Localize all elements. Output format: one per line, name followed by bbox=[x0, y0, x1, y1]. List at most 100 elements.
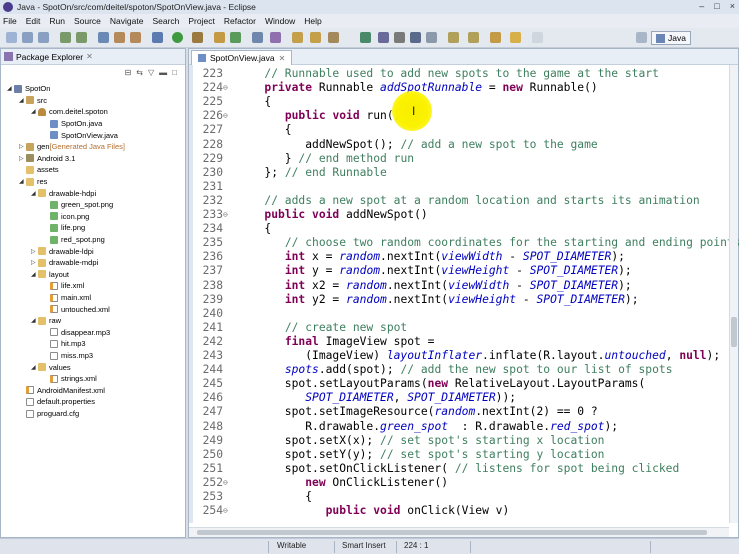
run-icon[interactable] bbox=[172, 32, 183, 43]
view-menu-icon[interactable]: ▽ bbox=[148, 68, 154, 77]
tree-item[interactable]: ◢ res bbox=[19, 176, 47, 188]
new-java-package-icon[interactable] bbox=[214, 32, 225, 43]
collapsed-arrow-icon[interactable]: ▷ bbox=[19, 155, 26, 162]
tree-item[interactable]: green_spot.png bbox=[43, 199, 113, 211]
code-line[interactable]: 249 spot.setX(x); // set spot's starting… bbox=[189, 434, 729, 448]
code-line[interactable]: 246 SPOT_DIAMETER, SPOT_DIAMETER)); bbox=[189, 391, 729, 405]
expanded-arrow-icon[interactable]: ◢ bbox=[7, 85, 14, 92]
code-line[interactable]: 248 R.drawable.green_spot : R.drawable.r… bbox=[189, 420, 729, 434]
code-line[interactable]: 237 int y = random.nextInt(viewHeight - … bbox=[189, 264, 729, 278]
code-line[interactable]: 238 int x2 = random.nextInt(viewWidth - … bbox=[189, 279, 729, 293]
new-java-class-icon[interactable] bbox=[230, 32, 241, 43]
open-type-icon[interactable] bbox=[252, 32, 263, 43]
code-line[interactable]: 236 int x = random.nextInt(viewWidth - S… bbox=[189, 250, 729, 264]
minimize-button[interactable]: – bbox=[699, 1, 704, 11]
tree-item[interactable]: ◢ SpotOn bbox=[7, 83, 50, 95]
code-line[interactable]: 240 bbox=[189, 307, 729, 321]
code-line[interactable]: 252 ⊖ new OnClickListener() bbox=[189, 476, 729, 490]
code-line[interactable]: 228 addNewSpot(); // add a new spot to t… bbox=[189, 138, 729, 152]
code-line[interactable]: 229 } // end method run bbox=[189, 152, 729, 166]
maximize-view-icon[interactable]: □ bbox=[172, 68, 177, 77]
next-annotation-icon[interactable] bbox=[448, 32, 459, 43]
block-selection-icon[interactable] bbox=[410, 32, 421, 43]
previous-annotation-icon[interactable] bbox=[468, 32, 479, 43]
code-line[interactable]: 254 ⊖ public void onClick(View v) bbox=[189, 504, 729, 518]
tree-item[interactable]: miss.mp3 bbox=[43, 350, 93, 362]
expanded-arrow-icon[interactable]: ◢ bbox=[31, 317, 38, 324]
menu-refactor[interactable]: Refactor bbox=[224, 16, 256, 26]
collapsed-arrow-icon[interactable]: ▷ bbox=[31, 259, 38, 266]
code-line[interactable]: 242 final ImageView spot = bbox=[189, 335, 729, 349]
tree-item[interactable]: main.xml bbox=[43, 292, 91, 304]
horizontal-scroll-thumb[interactable] bbox=[197, 530, 707, 535]
search-icon[interactable] bbox=[292, 32, 303, 43]
tree-item[interactable]: disappear.mp3 bbox=[43, 327, 110, 339]
tree-item[interactable]: AndroidManifest.xml bbox=[19, 385, 105, 397]
code-line[interactable]: 247 spot.setImageResource(random.nextInt… bbox=[189, 405, 729, 419]
tree-item[interactable]: ◢ com.deitel.spoton bbox=[31, 106, 108, 118]
vertical-scroll-thumb[interactable] bbox=[731, 317, 737, 347]
fold-toggle-icon[interactable]: ⊖ bbox=[223, 504, 228, 518]
new-test-project-icon[interactable] bbox=[114, 32, 125, 43]
minimize-view-icon[interactable]: ▬ bbox=[159, 68, 167, 77]
code-line[interactable]: 245 spot.setLayoutParams(new RelativeLay… bbox=[189, 377, 729, 391]
java-perspective-button[interactable]: Java bbox=[651, 31, 691, 45]
code-line[interactable]: 243 (ImageView) layoutInflater.inflate(R… bbox=[189, 349, 729, 363]
code-line[interactable]: 225 { bbox=[189, 95, 729, 109]
close-tab-icon[interactable]: ✕ bbox=[279, 54, 286, 63]
maximize-button[interactable]: □ bbox=[714, 1, 719, 11]
code-line[interactable]: 233 ⊖ public void addNewSpot() bbox=[189, 208, 729, 222]
fold-toggle-icon[interactable]: ⊖ bbox=[223, 208, 228, 222]
horizontal-scrollbar[interactable] bbox=[189, 527, 729, 537]
android-avd-icon[interactable] bbox=[76, 32, 87, 43]
code-line[interactable]: 230 }; // end Runnable bbox=[189, 166, 729, 180]
tree-item[interactable]: ▷ gen [Generated Java Files] bbox=[19, 141, 125, 153]
menu-source[interactable]: Source bbox=[74, 16, 101, 26]
expanded-arrow-icon[interactable]: ◢ bbox=[19, 97, 26, 104]
back-icon[interactable] bbox=[510, 32, 521, 43]
menu-help[interactable]: Help bbox=[304, 16, 321, 26]
expanded-arrow-icon[interactable]: ◢ bbox=[31, 271, 38, 278]
close-button[interactable]: × bbox=[730, 1, 735, 11]
save-all-icon[interactable] bbox=[38, 32, 49, 43]
menu-window[interactable]: Window bbox=[265, 16, 295, 26]
menu-run[interactable]: Run bbox=[49, 16, 65, 26]
external-tools-icon[interactable] bbox=[192, 32, 203, 43]
link-with-editor-icon[interactable]: ⇆ bbox=[136, 68, 143, 77]
new-icon[interactable] bbox=[6, 32, 17, 43]
code-line[interactable]: 251 spot.setOnClickListener( // listens … bbox=[189, 462, 729, 476]
expanded-arrow-icon[interactable]: ◢ bbox=[31, 364, 38, 371]
open-perspective-icon[interactable] bbox=[636, 32, 647, 43]
show-whitespace-icon[interactable] bbox=[394, 32, 405, 43]
code-line[interactable]: 235 // choose two random coordinates for… bbox=[189, 236, 739, 250]
fold-toggle-icon[interactable]: ⊖ bbox=[223, 109, 228, 123]
code-line[interactable]: 231 bbox=[189, 180, 729, 194]
menu-edit[interactable]: Edit bbox=[26, 16, 41, 26]
tree-item[interactable]: ◢ raw bbox=[31, 315, 61, 327]
code-line[interactable]: 227 { bbox=[189, 123, 729, 137]
forward-icon[interactable] bbox=[532, 32, 543, 43]
tree-item[interactable]: ◢ values bbox=[31, 361, 71, 373]
collapse-all-icon[interactable]: ⊟ bbox=[125, 68, 132, 77]
tree-item[interactable]: ▷ drawable-mdpi bbox=[31, 257, 98, 269]
tree-item[interactable]: strings.xml bbox=[43, 373, 97, 385]
fold-toggle-icon[interactable]: ⊖ bbox=[223, 476, 228, 490]
menu-file[interactable]: File bbox=[3, 16, 17, 26]
close-icon[interactable]: ✕ bbox=[86, 52, 93, 61]
code-line[interactable]: 224 ⊖ private Runnable addSpotRunnable = … bbox=[189, 81, 729, 95]
code-line[interactable]: 244 spots.add(spot); // add the new spot… bbox=[189, 363, 729, 377]
tree-item[interactable]: SpotOnView.java bbox=[43, 129, 118, 141]
vertical-scrollbar[interactable] bbox=[729, 65, 738, 523]
mark-occurrences-icon[interactable] bbox=[378, 32, 389, 43]
tree-item[interactable]: assets bbox=[19, 164, 59, 176]
expanded-arrow-icon[interactable]: ◢ bbox=[31, 108, 38, 115]
menu-search[interactable]: Search bbox=[152, 16, 179, 26]
save-icon[interactable] bbox=[22, 32, 33, 43]
code-line[interactable]: 250 spot.setY(y); // set spot's starting… bbox=[189, 448, 729, 462]
collapsed-arrow-icon[interactable]: ▷ bbox=[31, 248, 38, 255]
code-line[interactable]: 223 // Runnable used to add new spots to… bbox=[189, 67, 729, 81]
collapsed-arrow-icon[interactable]: ▷ bbox=[19, 143, 26, 150]
code-line[interactable]: 253 { bbox=[189, 490, 729, 504]
new-xml-icon[interactable] bbox=[130, 32, 141, 43]
tree-item[interactable]: ◢ src bbox=[19, 95, 47, 107]
